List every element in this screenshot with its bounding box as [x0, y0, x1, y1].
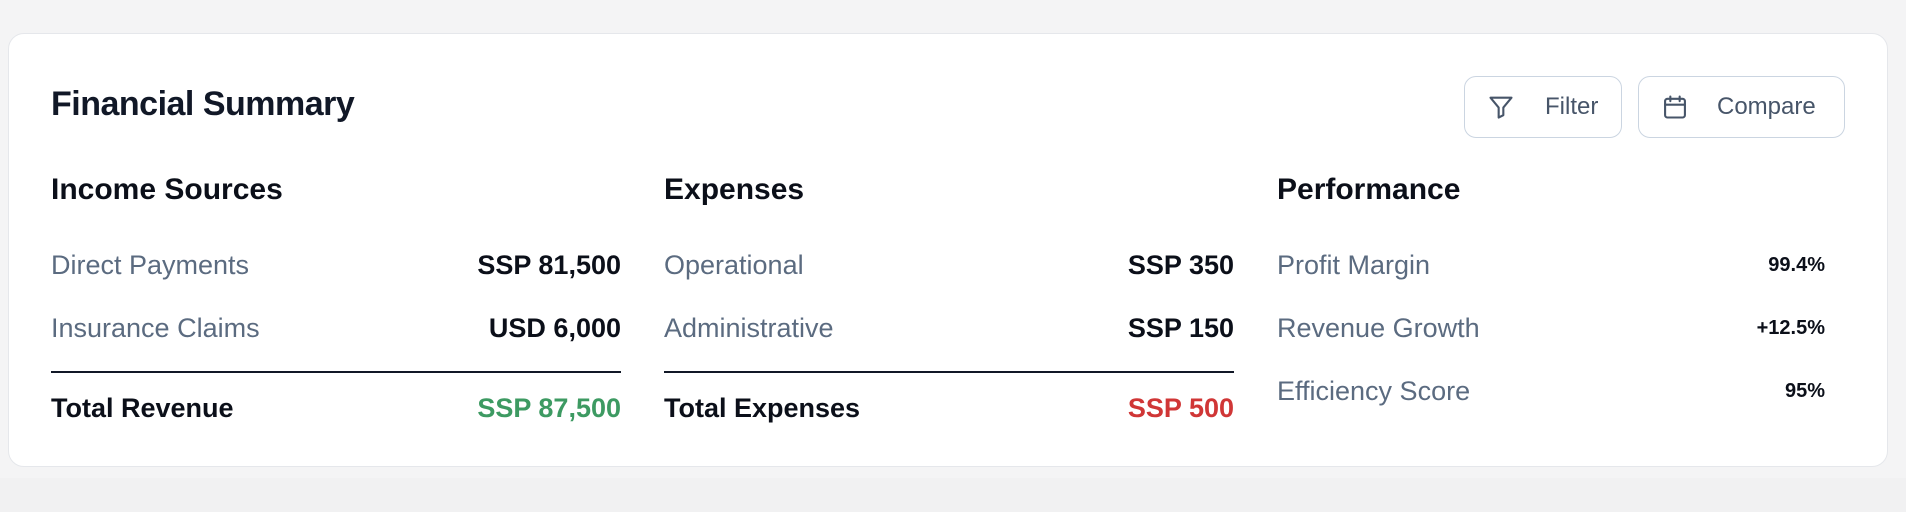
- expense-row: Administrative SSP 150: [664, 297, 1234, 360]
- compare-button-label: Compare: [1717, 93, 1816, 120]
- filter-button[interactable]: Filter: [1464, 76, 1622, 138]
- income-row-value: SSP 81,500: [477, 250, 621, 280]
- performance-row-label: Profit Margin: [1277, 250, 1431, 280]
- expense-row-label: Operational: [664, 250, 804, 280]
- income-row-label: Insurance Claims: [51, 313, 260, 343]
- total-revenue-value: SSP 87,500: [477, 392, 621, 423]
- performance-row: Efficiency Score 95%: [1277, 360, 1825, 423]
- performance-title: Performance: [1277, 173, 1461, 206]
- total-expenses-value: SSP 500: [1127, 392, 1234, 423]
- performance-section: Performance Profit Margin 99.4% Revenue …: [1277, 175, 1825, 423]
- total-expenses-label: Total Expenses: [664, 392, 861, 423]
- card-title: Financial Summary: [51, 85, 355, 123]
- income-sources-section: Income Sources Direct Payments SSP 81,50…: [51, 175, 621, 443]
- expense-row-value: SSP 150: [1127, 313, 1234, 343]
- filter-button-label: Filter: [1545, 93, 1599, 120]
- total-expenses-row: Total Expenses SSP 500: [664, 373, 1234, 443]
- calendar-icon: [1661, 93, 1689, 121]
- performance-row: Profit Margin 99.4%: [1277, 234, 1825, 297]
- expense-row: Operational SSP 350: [664, 234, 1234, 297]
- performance-row-label: Efficiency Score: [1277, 376, 1471, 406]
- income-row-value: USD 6,000: [488, 313, 621, 343]
- expense-row-label: Administrative: [664, 313, 834, 343]
- performance-row-label: Revenue Growth: [1277, 313, 1480, 343]
- financial-summary-card: Financial Summary Filter Compare Income …: [8, 33, 1888, 467]
- total-revenue-row: Total Revenue SSP 87,500: [51, 373, 621, 443]
- performance-row-value: 99.4%: [1768, 254, 1825, 276]
- compare-button[interactable]: Compare: [1638, 76, 1845, 138]
- income-row: Direct Payments SSP 81,500: [51, 234, 621, 297]
- performance-row-value: 95%: [1784, 380, 1825, 402]
- expenses-section: Expenses Operational SSP 350 Administrat…: [664, 175, 1234, 443]
- expenses-title: Expenses: [664, 173, 805, 206]
- filter-icon: [1487, 93, 1515, 121]
- income-row-label: Direct Payments: [51, 250, 250, 280]
- performance-row-value: +12.5%: [1756, 317, 1825, 339]
- performance-row: Revenue Growth +12.5%: [1277, 297, 1825, 360]
- page-background-band: [0, 478, 1906, 512]
- income-row: Insurance Claims USD 6,000: [51, 297, 621, 360]
- expense-row-value: SSP 350: [1127, 250, 1234, 280]
- income-sources-title: Income Sources: [51, 173, 283, 206]
- total-revenue-label: Total Revenue: [51, 392, 234, 423]
